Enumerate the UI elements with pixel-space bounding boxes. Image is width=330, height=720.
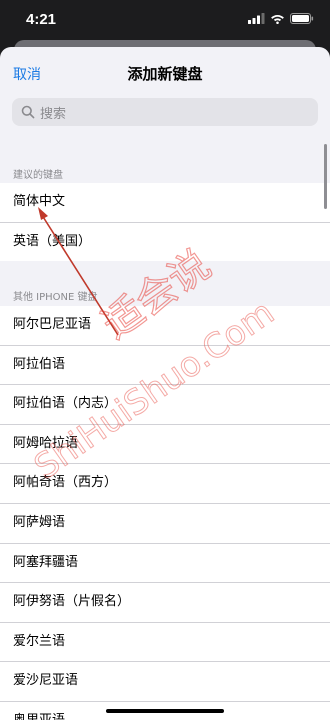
search-placeholder: 搜索 bbox=[40, 106, 67, 122]
keyboard-item-english-us[interactable]: 英语（美国） bbox=[0, 223, 330, 262]
status-time: 4:21 bbox=[26, 11, 57, 28]
keyboard-item[interactable]: 阿拉伯语（内志） bbox=[0, 385, 330, 425]
suggested-keyboards-list: 简体中文 英语（美国） bbox=[0, 183, 330, 262]
search-icon bbox=[21, 105, 35, 119]
status-bar: 4:21 bbox=[0, 0, 330, 40]
keyboard-item[interactable]: 爱沙尼亚语 bbox=[0, 662, 330, 702]
page-title: 添加新键盘 bbox=[127, 65, 203, 83]
battery-icon bbox=[290, 13, 314, 24]
scrollbar[interactable] bbox=[324, 144, 327, 209]
keyboard-item[interactable]: 阿塞拜疆语 bbox=[0, 544, 330, 584]
keyboard-item[interactable]: 阿尔巴尼亚语 bbox=[0, 306, 330, 346]
nav-bar: 取消 添加新键盘 bbox=[0, 47, 330, 99]
keyboard-item-simplified-chinese[interactable]: 简体中文 bbox=[0, 183, 330, 223]
keyboard-item[interactable]: 阿帕奇语（西方） bbox=[0, 464, 330, 504]
keyboard-item[interactable]: 阿萨姆语 bbox=[0, 504, 330, 544]
other-keyboards-list: 阿尔巴尼亚语 阿拉伯语 阿拉伯语（内志） 阿姆哈拉语 阿帕奇语（西方） 阿萨姆语… bbox=[0, 306, 330, 720]
add-keyboard-sheet: 取消 添加新键盘 搜索 建议的键盘 简体中文 英语（美国） 其他 IPHONE … bbox=[0, 47, 330, 720]
keyboard-item[interactable]: 阿伊努语（片假名） bbox=[0, 583, 330, 623]
search-input[interactable]: 搜索 bbox=[12, 98, 318, 126]
home-indicator bbox=[106, 709, 224, 713]
suggested-section-header: 建议的键盘 bbox=[13, 170, 63, 181]
keyboard-item[interactable]: 阿拉伯语 bbox=[0, 346, 330, 386]
wifi-icon bbox=[271, 15, 284, 24]
keyboard-item[interactable]: 爱尔兰语 bbox=[0, 623, 330, 663]
keyboard-item[interactable]: 阿姆哈拉语 bbox=[0, 425, 330, 465]
other-keyboards-section-header: 其他 IPHONE 键盘 bbox=[13, 292, 98, 303]
cellular-signal-icon bbox=[248, 13, 265, 24]
status-icons bbox=[248, 13, 314, 24]
